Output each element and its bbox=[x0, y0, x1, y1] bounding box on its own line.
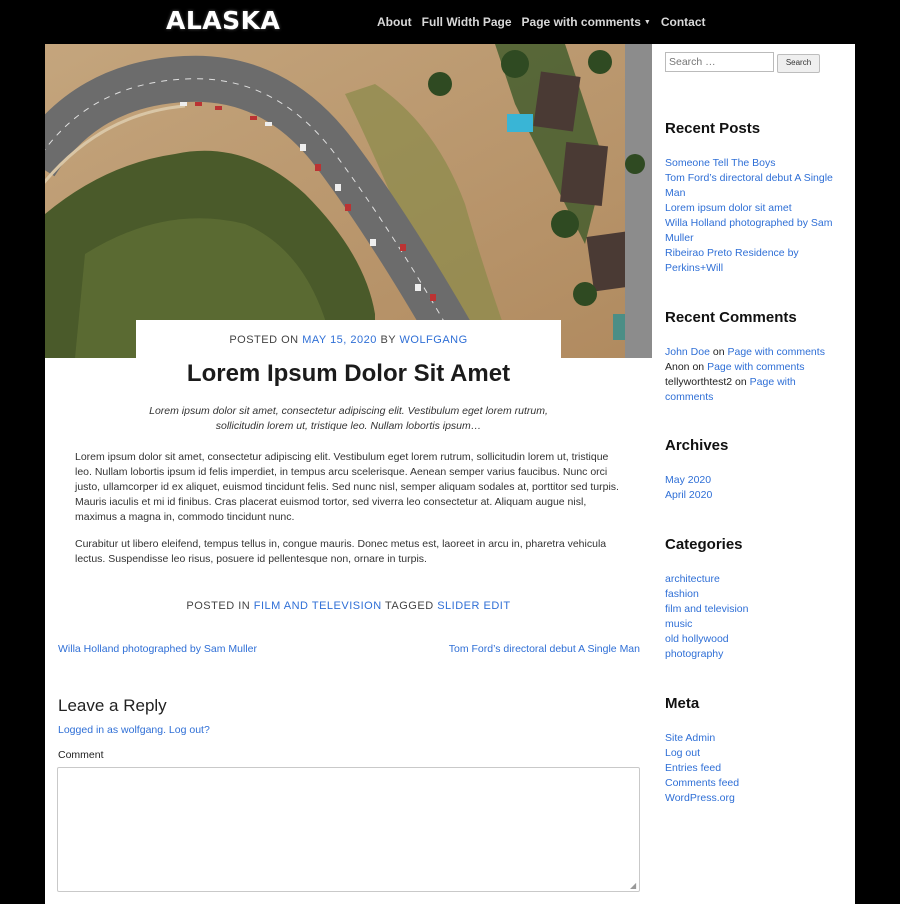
category-item-link[interactable]: film and television bbox=[665, 603, 748, 615]
recent-comments-title: Recent Comments bbox=[665, 309, 797, 326]
comment-author: tellyworthtest2 bbox=[665, 376, 733, 388]
recent-comments-list: John Doe on Page with comments Anon on P… bbox=[665, 345, 840, 405]
content-panel: POSTED ON MAY 15, 2020 BY WOLFGANG Lorem… bbox=[45, 44, 855, 904]
featured-image bbox=[45, 44, 652, 358]
aerial-photo bbox=[45, 44, 652, 358]
recent-post-link[interactable]: Lorem ipsum dolor sit amet bbox=[665, 202, 792, 214]
nav-full-width-page-label: Full Width Page bbox=[421, 15, 512, 29]
category-item-link[interactable]: fashion bbox=[665, 588, 699, 600]
meta-link[interactable]: Site Admin bbox=[665, 732, 715, 744]
previous-post-link[interactable]: Willa Holland photographed by Sam Muller bbox=[58, 643, 257, 655]
post-date-link[interactable]: MAY 15, 2020 bbox=[302, 334, 377, 346]
post-excerpt: Lorem ipsum dolor sit amet, consectetur … bbox=[149, 405, 548, 432]
comment-post-link[interactable]: Page with comments bbox=[727, 346, 824, 358]
nav-page-with-comments-label: Page with comments bbox=[521, 15, 641, 29]
post-title: Lorem Ipsum Dolor Sit Amet bbox=[186, 360, 511, 387]
post-footer: POSTED IN FILM AND TELEVISION TAGGED SLI… bbox=[45, 600, 652, 612]
recent-post-link[interactable]: Ribeirao Preto Residence by Perkins+Will bbox=[665, 247, 799, 274]
archive-link[interactable]: April 2020 bbox=[665, 489, 712, 501]
comment-post-link[interactable]: Page with comments bbox=[707, 361, 804, 373]
category-item-link[interactable]: photography bbox=[665, 648, 723, 660]
recent-post-link[interactable]: Willa Holland photographed by Sam Muller bbox=[665, 217, 833, 244]
nav-about[interactable]: About bbox=[377, 15, 412, 29]
log-out-link[interactable]: Log out? bbox=[169, 724, 210, 736]
meta-link[interactable]: Comments feed bbox=[665, 777, 739, 789]
comment-on-label: on bbox=[712, 346, 725, 358]
comment-author: Anon bbox=[665, 361, 690, 373]
category-link[interactable]: FILM AND TELEVISION bbox=[254, 600, 382, 612]
logged-in-link[interactable]: Logged in as wolfgang. bbox=[58, 724, 166, 736]
reply-title: Leave a Reply bbox=[58, 696, 167, 715]
post-meta: POSTED ON MAY 15, 2020 BY WOLFGANG bbox=[136, 320, 561, 360]
next-post-link[interactable]: Tom Ford’s directoral debut A Single Man bbox=[449, 643, 640, 655]
tag-link[interactable]: SLIDER EDIT bbox=[437, 600, 510, 612]
posted-on-label: POSTED ON bbox=[229, 334, 299, 346]
nav-contact-label: Contact bbox=[660, 15, 706, 29]
comment-item: Anon on Page with comments bbox=[665, 360, 840, 375]
meta-link[interactable]: Log out bbox=[665, 747, 700, 759]
search-button[interactable]: Search bbox=[777, 54, 820, 73]
tagged-label: TAGGED bbox=[385, 600, 434, 612]
resize-grip-icon[interactable]: ◢ bbox=[630, 882, 638, 890]
post-body: Lorem ipsum dolor sit amet, consectetur … bbox=[75, 450, 623, 579]
comment-author-link[interactable]: John Doe bbox=[665, 346, 710, 358]
comment-on-label: on bbox=[735, 376, 747, 388]
comment-textarea[interactable] bbox=[57, 767, 640, 892]
nav-about-label: About bbox=[377, 15, 412, 29]
archive-link[interactable]: May 2020 bbox=[665, 474, 711, 486]
categories-list: architecture fashion film and television… bbox=[665, 572, 840, 662]
meta-list: Site Admin Log out Entries feed Comments… bbox=[665, 731, 840, 806]
comment-on-label: on bbox=[692, 361, 705, 373]
nav-contact[interactable]: Contact bbox=[661, 15, 706, 29]
archives-list: May 2020 April 2020 bbox=[665, 473, 840, 503]
meta-link[interactable]: Entries feed bbox=[665, 762, 721, 774]
recent-post-link[interactable]: Tom Ford’s directoral debut A Single Man bbox=[665, 172, 833, 199]
meta-title: Meta bbox=[665, 695, 700, 712]
comment-item: tellyworthtest2 on Page with comments bbox=[665, 375, 840, 405]
site-logo[interactable]: ALASKA bbox=[166, 6, 280, 35]
meta-link[interactable]: WordPress.org bbox=[665, 792, 735, 804]
nav-full-width-page[interactable]: Full Width Page bbox=[422, 15, 512, 29]
post-paragraph: Curabitur ut libero eleifend, tempus tel… bbox=[75, 538, 607, 565]
by-label: BY bbox=[380, 334, 396, 346]
main-nav: About Full Width Page Page with comments… bbox=[377, 15, 716, 29]
archives-title: Archives bbox=[665, 437, 729, 454]
search-input[interactable] bbox=[665, 52, 774, 72]
comment-item: John Doe on Page with comments bbox=[665, 345, 840, 360]
categories-title: Categories bbox=[665, 536, 743, 553]
recent-post-link[interactable]: Someone Tell The Boys bbox=[665, 157, 776, 169]
nav-page-with-comments[interactable]: Page with comments ▼ bbox=[522, 15, 651, 29]
comment-label: Comment bbox=[58, 749, 104, 761]
recent-posts-title: Recent Posts bbox=[665, 120, 761, 137]
category-item-link[interactable]: architecture bbox=[665, 573, 720, 585]
recent-posts-list: Someone Tell The Boys Tom Ford’s directo… bbox=[665, 156, 840, 276]
category-item-link[interactable]: music bbox=[665, 618, 692, 630]
post-author-link[interactable]: WOLFGANG bbox=[400, 334, 468, 346]
site-header: ALASKA About Full Width Page Page with c… bbox=[0, 0, 900, 44]
chevron-down-icon: ▼ bbox=[643, 18, 651, 26]
logged-in-notice: Logged in as wolfgang. Log out? bbox=[58, 724, 210, 736]
posted-in-label: POSTED IN bbox=[186, 600, 251, 612]
post-paragraph: Lorem ipsum dolor sit amet, consectetur … bbox=[75, 451, 619, 523]
category-item-link[interactable]: old hollywood bbox=[665, 633, 729, 645]
